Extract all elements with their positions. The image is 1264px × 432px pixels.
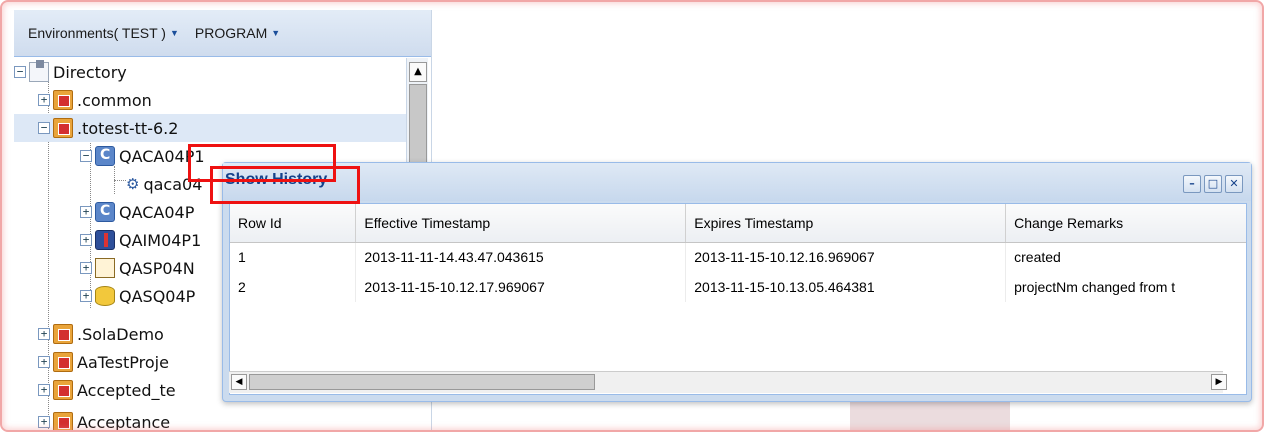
tree-node-label: QACA04P — [119, 202, 195, 222]
tree-node-label: .SolaDemo — [77, 324, 164, 344]
highlight-box-window-title — [210, 166, 360, 204]
expand-icon[interactable]: + — [38, 416, 50, 428]
tree-node-accepted-te[interactable]: + Accepted_te — [38, 376, 176, 404]
tree-node-solademo[interactable]: + .SolaDemo — [38, 320, 164, 348]
cell-row-id: 2 — [230, 272, 357, 302]
environments-menu-button[interactable]: Environments( TEST ) ▼ — [28, 25, 179, 41]
tree-node-qaca04p1[interactable]: − QACA04P1 — [80, 142, 205, 170]
program-menu-label: PROGRAM — [194, 25, 268, 41]
scrollbar-thumb[interactable] — [249, 374, 595, 390]
window-tools: – □ ✕ — [1183, 175, 1243, 193]
tree-node-qaim04p1[interactable]: + QAIM04P1 — [80, 226, 201, 254]
scroll-left-icon[interactable]: ◀ — [231, 374, 247, 390]
scroll-up-icon[interactable]: ▲ — [409, 62, 427, 82]
window-header[interactable]: Show History – □ ✕ — [223, 163, 1251, 201]
scroll-right-icon[interactable]: ▶ — [1211, 374, 1227, 390]
expand-icon[interactable]: + — [38, 328, 50, 340]
tree-node-qaca04p[interactable]: + QACA04P — [80, 198, 194, 226]
collapse-icon[interactable]: − — [80, 150, 92, 162]
folder-icon — [53, 352, 73, 372]
tree-node-label: QASQ04P — [119, 286, 196, 306]
cell-expires-timestamp: 2013-11-15-10.13.05.464381 — [685, 272, 1007, 302]
tree-node-label: .common — [77, 90, 152, 110]
im-icon — [95, 230, 115, 250]
cell-change-remarks: projectNm changed from t — [1005, 272, 1246, 302]
tree-node-qasq04p[interactable]: + QASQ04P — [80, 282, 195, 310]
sp-icon — [95, 258, 115, 278]
collapse-icon[interactable]: − — [38, 122, 50, 134]
tree-connector — [114, 180, 126, 181]
tree-node-label: AaTestProje — [77, 352, 169, 372]
column-header-change-remarks[interactable]: Change Remarks — [1005, 204, 1246, 243]
gear-icon: ⚙ — [126, 175, 140, 193]
program-menu-button[interactable]: PROGRAM ▼ — [195, 25, 280, 41]
history-table: Row Id Effective Timestamp Expires Times… — [230, 204, 1246, 302]
history-grid: Row Id Effective Timestamp Expires Times… — [229, 203, 1247, 395]
minimize-icon[interactable]: – — [1183, 175, 1201, 193]
tree-node-directory[interactable]: − Directory — [14, 58, 406, 86]
folder-icon — [53, 90, 73, 110]
expand-icon[interactable]: + — [38, 384, 50, 396]
grid-horizontal-scrollbar[interactable]: ◀ ▶ — [229, 371, 1227, 393]
tree-node-label: .totest-tt-6.2 — [77, 118, 179, 138]
header-row: Row Id Effective Timestamp Expires Times… — [230, 204, 1246, 243]
close-icon[interactable]: ✕ — [1225, 175, 1243, 193]
table-row[interactable]: 1 2013-11-11-14.43.47.043615 2013-11-15-… — [230, 242, 1246, 272]
cell-effective-timestamp: 2013-11-15-10.12.17.969067 — [355, 272, 687, 302]
maximize-icon[interactable]: □ — [1204, 175, 1222, 193]
toolbar: Environments( TEST ) ▼ PROGRAM ▼ — [14, 10, 431, 57]
expand-icon[interactable]: + — [38, 94, 50, 106]
expand-icon[interactable]: + — [80, 234, 92, 246]
expand-icon[interactable]: + — [80, 262, 92, 274]
cell-effective-timestamp: 2013-11-11-14.43.47.043615 — [355, 242, 687, 272]
tree-node-totest[interactable]: − .totest-tt-6.2 — [14, 114, 406, 142]
folder-icon — [53, 324, 73, 344]
table-row[interactable]: 2 2013-11-15-10.12.17.969067 2013-11-15-… — [230, 272, 1246, 302]
folder-icon — [53, 412, 73, 432]
tree-node-label: QAIM04P1 — [119, 230, 202, 250]
cell-row-id: 1 — [230, 242, 357, 272]
tree-node-label: QASP04N — [119, 258, 195, 278]
scrollbar-thumb[interactable] — [409, 84, 427, 172]
program-icon — [95, 146, 115, 166]
tree-node-common[interactable]: + .common — [38, 86, 152, 114]
chevron-down-icon: ▼ — [271, 28, 281, 38]
column-header-effective-timestamp[interactable]: Effective Timestamp — [355, 204, 687, 243]
column-header-row-id[interactable]: Row Id — [230, 204, 357, 243]
tree-node-label: Accepted_te — [77, 380, 176, 400]
tree-vertical-scrollbar[interactable]: ▲ — [406, 58, 428, 178]
expand-icon[interactable]: + — [80, 290, 92, 302]
cell-expires-timestamp: 2013-11-15-10.12.16.969067 — [685, 242, 1007, 272]
tree-node-aatestproje[interactable]: + AaTestProje — [38, 348, 169, 376]
directory-icon — [29, 60, 49, 82]
expand-icon[interactable]: + — [38, 356, 50, 368]
folder-icon — [53, 380, 73, 400]
tree-node-qasp04n[interactable]: + QASP04N — [80, 254, 195, 282]
tree-node-acceptance[interactable]: + Acceptance — [38, 408, 170, 432]
cell-change-remarks: created — [1005, 242, 1246, 272]
chevron-down-icon: ▼ — [169, 28, 179, 38]
program-icon — [95, 202, 115, 222]
expand-icon[interactable]: + — [80, 206, 92, 218]
environments-menu-label: Environments( TEST ) — [28, 25, 166, 41]
collapse-icon[interactable]: − — [14, 66, 26, 78]
tree-node-label: Directory — [53, 62, 127, 82]
background-panel — [850, 400, 1010, 432]
sq-icon — [95, 286, 115, 306]
tree-node-label: Acceptance — [77, 412, 171, 432]
column-header-expires-timestamp[interactable]: Expires Timestamp — [685, 204, 1007, 243]
folder-icon — [53, 118, 73, 138]
show-history-window: Show History – □ ✕ Row Id Effective Time… — [222, 162, 1252, 402]
